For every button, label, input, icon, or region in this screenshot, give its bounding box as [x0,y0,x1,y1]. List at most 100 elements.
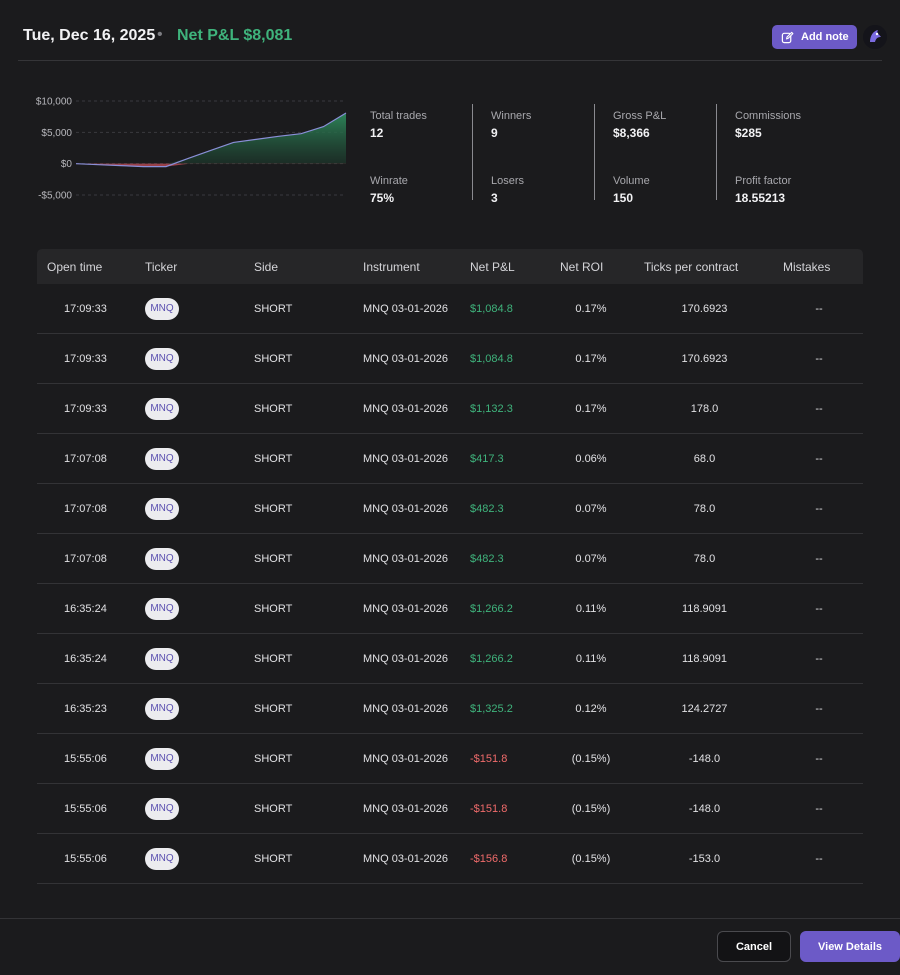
cell-ticks-per-contract: -148.0 [688,803,721,815]
table-row[interactable]: 17:09:33 MNQ SHORT MNQ 03-01-2026 $1,084.8 0.… [37,334,863,384]
stat-value: $285 [735,126,762,140]
cell-instrument: MNQ 03-01-2026 [363,553,448,565]
cell-open-time: 17:07:08 [64,503,107,515]
stat-value: 12 [370,126,384,140]
column-header-ticks-per-contract[interactable]: Ticks per contract [644,260,738,274]
cell-net-roi: 0.07% [575,503,607,515]
cell-ticks-per-contract: -148.0 [688,753,721,765]
stat-commissions: Commissions $285 [735,110,801,141]
ticker-badge[interactable]: MNQ [145,798,179,820]
table-row[interactable]: 15:55:06 MNQ SHORT MNQ 03-01-2026 -$151.8 (0.… [37,734,863,784]
ticker-badge[interactable]: MNQ [145,348,179,370]
column-header-ticker[interactable]: Ticker [145,260,177,274]
cancel-button[interactable]: Cancel [717,931,791,962]
add-note-label: Add note [801,31,849,43]
avatar-icon [863,25,887,49]
table-row[interactable]: 16:35:23 MNQ SHORT MNQ 03-01-2026 $1,325.2 0.… [37,684,863,734]
cell-net-roi: 0.17% [575,403,607,415]
stat-label: Profit factor [735,175,792,187]
cumulative-pnl-chart: $10,000 $5,000 $0 -$5,000 [28,90,358,210]
cell-side: SHORT [254,803,293,815]
cell-open-time: 17:07:08 [64,553,107,565]
cell-net-pnl: -$151.8 [470,753,508,765]
cell-net-pnl: -$151.8 [470,803,508,815]
stat-value: 18.55213 [735,191,786,205]
ticker-badge[interactable]: MNQ [145,448,179,470]
ticker-badge[interactable]: MNQ [145,748,179,770]
ticker-badge[interactable]: MNQ [145,398,179,420]
stat-column-1: Total trades 12 Winrate 75% [360,104,480,205]
ticker-badge[interactable]: MNQ [145,698,179,720]
cell-mistakes: -- [815,503,823,515]
column-header-side[interactable]: Side [254,260,278,274]
cell-net-roi: (0.15%) [571,853,611,865]
cell-net-pnl: $482.3 [470,553,504,565]
cell-ticks-per-contract: 78.0 [693,503,716,515]
column-header-open-time[interactable]: Open time [47,260,102,274]
table-row[interactable]: 16:35:24 MNQ SHORT MNQ 03-01-2026 $1,266.2 0.… [37,584,863,634]
column-header-net-roi[interactable]: Net ROI [560,260,603,274]
column-header-instrument[interactable]: Instrument [363,260,420,274]
cell-instrument: MNQ 03-01-2026 [363,403,448,415]
cell-side: SHORT [254,653,293,665]
cell-side: SHORT [254,703,293,715]
stat-label: Losers [491,175,525,187]
y-tick-label: $0 [61,159,73,170]
ticker-badge[interactable]: MNQ [145,648,179,670]
cell-instrument: MNQ 03-01-2026 [363,653,448,665]
y-tick-label: $10,000 [36,97,73,108]
cell-net-roi: 0.12% [575,703,607,715]
cell-net-pnl: $1,132.3 [470,403,513,415]
table-row[interactable]: 17:09:33 MNQ SHORT MNQ 03-01-2026 $1,084.8 0.… [37,284,863,334]
stat-label: Total trades [370,110,427,122]
stat-value: 9 [491,126,498,140]
stat-value: 150 [613,191,634,205]
cell-open-time: 17:09:33 [64,303,107,315]
table-row[interactable]: 17:09:33 MNQ SHORT MNQ 03-01-2026 $1,132.3 0.… [37,384,863,434]
ticker-badge[interactable]: MNQ [145,848,179,870]
table-header: Open time Ticker Side Instrument Net P&L… [37,249,863,284]
column-header-mistakes[interactable]: Mistakes [783,260,830,274]
table-row[interactable]: 16:35:24 MNQ SHORT MNQ 03-01-2026 $1,266.2 0.… [37,634,863,684]
cell-net-pnl: $1,084.8 [470,353,513,365]
cell-net-pnl: $482.3 [470,503,504,515]
header-divider [18,60,882,61]
cell-net-roi: 0.07% [575,553,607,565]
cell-open-time: 15:55:06 [64,853,107,865]
cell-instrument: MNQ 03-01-2026 [363,603,448,615]
ticker-badge[interactable]: MNQ [145,298,179,320]
cell-open-time: 16:35:24 [64,653,107,665]
cell-ticks-per-contract: 118.9091 [681,603,728,615]
stat-divider [472,104,473,200]
ticker-badge[interactable]: MNQ [145,498,179,520]
view-details-button[interactable]: View Details [800,931,900,962]
column-header-net-pnl[interactable]: Net P&L [470,260,515,274]
cell-mistakes: -- [815,653,823,665]
table-row[interactable]: 15:55:06 MNQ SHORT MNQ 03-01-2026 -$151.8 (0.… [37,784,863,834]
cell-open-time: 17:09:33 [64,353,107,365]
page-title-date: Tue, Dec 16, 2025 [23,27,156,44]
table-row[interactable]: 17:07:08 MNQ SHORT MNQ 03-01-2026 $417.3 0.06… [37,434,863,484]
cell-open-time: 15:55:06 [64,753,107,765]
table-row[interactable]: 17:07:08 MNQ SHORT MNQ 03-01-2026 $482.3 0.07… [37,484,863,534]
header: Tue, Dec 16, 2025 • Net P&L $8,081 Add n… [0,0,900,60]
cell-mistakes: -- [815,553,823,565]
cell-net-pnl: -$156.8 [470,853,508,865]
ticker-badge[interactable]: MNQ [145,548,179,570]
add-note-button[interactable]: Add note [772,25,857,49]
stat-divider [716,104,717,200]
cell-ticks-per-contract: 68.0 [693,453,716,465]
pnl-area-positive [76,113,346,164]
ticker-badge[interactable]: MNQ [145,598,179,620]
cell-mistakes: -- [815,403,823,415]
stat-column-2: Winners 9 Losers 3 [481,104,601,205]
cell-side: SHORT [254,553,293,565]
cell-ticks-per-contract: -153.0 [688,853,721,865]
cell-net-pnl: $1,266.2 [470,653,513,665]
user-avatar[interactable] [863,25,887,49]
table-row[interactable]: 15:55:06 MNQ SHORT MNQ 03-01-2026 -$156.8 (0.… [37,834,863,884]
table-row[interactable]: 17:07:08 MNQ SHORT MNQ 03-01-2026 $482.3 0.07… [37,534,863,584]
net-pnl-summary: Net P&L $8,081 [177,27,293,44]
cell-mistakes: -- [815,703,823,715]
cell-instrument: MNQ 03-01-2026 [363,303,448,315]
